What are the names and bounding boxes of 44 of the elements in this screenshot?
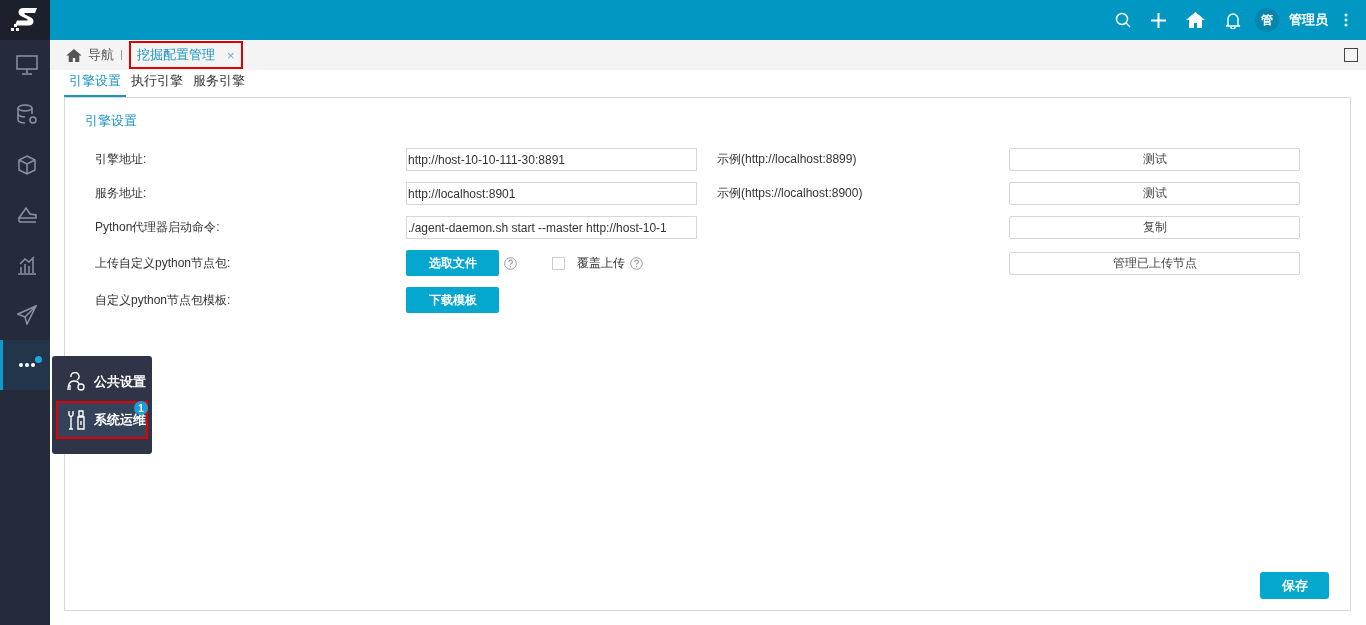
logo-icon[interactable] xyxy=(11,7,39,33)
database-icon xyxy=(15,104,38,126)
sub-tab[interactable]: 引擎设置 xyxy=(64,72,126,97)
paper-plane-icon xyxy=(16,305,37,325)
home-icon[interactable] xyxy=(66,48,82,62)
user-avatar[interactable]: 管 xyxy=(1255,8,1279,32)
plus-icon[interactable] xyxy=(1151,12,1166,28)
monitor-icon xyxy=(15,55,38,75)
sub-tab[interactable]: 执行引擎 xyxy=(126,72,188,97)
search-icon[interactable] xyxy=(1115,12,1131,28)
action-button[interactable]: 测试 xyxy=(1009,182,1300,205)
text-input-field[interactable]: ./agent-daemon.sh start --master http://host-10-1 xyxy=(406,216,697,239)
action-button[interactable]: 测试 xyxy=(1009,148,1300,171)
form-label: Python代理器启动命令: xyxy=(95,219,221,236)
manage-nodes-button[interactable]: 管理已上传节点 xyxy=(1009,251,1300,275)
text-input-field[interactable]: http://host-10-10-111-30:8891 xyxy=(406,148,697,171)
help-icon[interactable] xyxy=(504,256,517,270)
more-vertical-icon[interactable] xyxy=(1344,13,1348,27)
text-input-field[interactable]: http://localhost:8901 xyxy=(406,182,697,205)
maximize-icon[interactable] xyxy=(1344,48,1358,62)
tools-icon xyxy=(66,410,86,430)
sidebar-item[interactable] xyxy=(0,340,50,390)
cube-icon xyxy=(16,155,37,175)
help-icon[interactable] xyxy=(630,256,643,270)
menu-item[interactable]: 系统运维 1 xyxy=(56,401,148,439)
action-button[interactable]: 复制 xyxy=(1009,216,1300,239)
person-gear-icon xyxy=(66,372,86,392)
form-label: 上传自定义python节点包: xyxy=(95,254,232,272)
form-label: 服务地址: xyxy=(95,185,148,202)
home-icon[interactable] xyxy=(1186,12,1205,28)
layers-icon xyxy=(15,205,38,225)
example-hint: 示例(https://localhost:8900) xyxy=(717,185,864,202)
bar-chart-icon xyxy=(16,255,37,275)
form-label: 引擎地址: xyxy=(95,151,148,168)
overwrite-checkbox[interactable] xyxy=(552,256,565,270)
sub-tab[interactable]: 服务引擎 xyxy=(188,72,250,97)
more-icon xyxy=(18,363,35,367)
checkbox-label: 覆盖上传 xyxy=(577,254,625,272)
bell-icon[interactable] xyxy=(1225,11,1241,29)
menu-item[interactable]: 公共设置 xyxy=(56,363,148,401)
form-label: 自定义python节点包模板: xyxy=(95,291,232,309)
section-title: 引擎设置 xyxy=(85,112,138,130)
navigation-link[interactable]: 导航 xyxy=(88,46,114,64)
example-hint: 示例(http://localhost:8899) xyxy=(717,151,858,168)
